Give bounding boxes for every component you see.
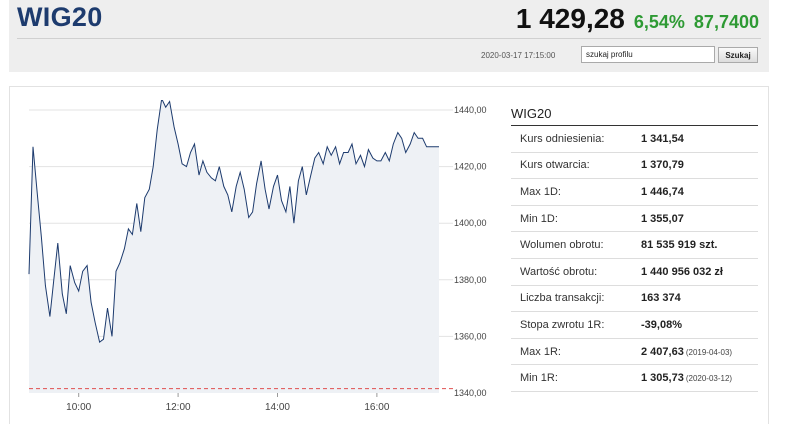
stats-value: 1 370,79 bbox=[641, 159, 684, 171]
stats-value: 2 407,63 (2019-04-03) bbox=[641, 346, 732, 358]
search-profile-input[interactable] bbox=[581, 46, 715, 63]
stats-value-text: 1 305,73 bbox=[641, 372, 684, 385]
stats-label: Max 1R: bbox=[520, 345, 561, 358]
stats-row: Liczba transakcji: 163 374 bbox=[511, 286, 758, 313]
stats-label: Kurs otwarcia: bbox=[520, 159, 590, 172]
stats-label: Wartość obrotu: bbox=[520, 265, 598, 278]
stats-value-text: 1 341,54 bbox=[641, 132, 684, 145]
stats-row: Max 1R: 2 407,63 (2019-04-03) bbox=[511, 339, 758, 366]
stats-table: WIG20 Kurs odniesienia: 1 341,54 Kurs otwa… bbox=[511, 104, 758, 392]
stats-value: 1 440 956 032 zł bbox=[641, 266, 723, 278]
x-tick-label: 12:00 bbox=[166, 402, 191, 413]
y-axis-ticks: 1340,00 1360,00 1380,00 1400,00 1420,00 1440,… bbox=[454, 105, 487, 398]
stats-value: -39,08% bbox=[641, 319, 682, 331]
change-percent: 6,54% bbox=[633, 12, 685, 32]
stats-value-text: 2 407,63 bbox=[641, 345, 684, 358]
stats-row: Wolumen obrotu: 81 535 919 szt. bbox=[511, 232, 758, 259]
stats-rows: Kurs odniesienia: 1 341,54 Kurs otwarcia: 1… bbox=[511, 126, 758, 392]
stats-label: Wolumen obrotu: bbox=[520, 239, 604, 252]
stats-value: 1 341,54 bbox=[641, 133, 684, 145]
intraday-chart: 1340,00 1360,00 1380,00 1400,00 1420,00 1440,… bbox=[28, 100, 487, 413]
stats-row: Min 1R: 1 305,73 (2020-03-12) bbox=[511, 365, 758, 392]
stats-value: 1 446,74 bbox=[641, 186, 684, 198]
search-button[interactable]: Szukaj bbox=[718, 47, 758, 63]
y-tick-label: 1380,00 bbox=[454, 275, 487, 285]
stats-label: Max 1D: bbox=[520, 185, 561, 198]
stats-label: Min 1R: bbox=[520, 372, 558, 385]
stats-value-text: -39,08% bbox=[641, 318, 682, 331]
x-tick-label: 10:00 bbox=[66, 402, 91, 413]
stats-value-text: 1 370,79 bbox=[641, 159, 684, 172]
stats-row: Max 1D: 1 446,74 bbox=[511, 179, 758, 206]
stats-row: Kurs odniesienia: 1 341,54 bbox=[511, 126, 758, 153]
stats-label: Stopa zwrotu 1R: bbox=[520, 318, 605, 331]
quote-timestamp: 2020-03-17 17:15:00 bbox=[481, 51, 556, 60]
y-tick-label: 1420,00 bbox=[454, 162, 487, 172]
stats-row: Min 1D: 1 355,07 bbox=[511, 206, 758, 233]
last-price: 1 429,28 bbox=[515, 3, 625, 34]
stats-label: Min 1D: bbox=[520, 212, 558, 225]
stats-value: 1 305,73 (2020-03-12) bbox=[641, 372, 732, 384]
stats-row: Stopa zwrotu 1R: -39,08% bbox=[511, 312, 758, 339]
stats-value: 163 374 bbox=[641, 292, 681, 304]
stats-label: Liczba transakcji: bbox=[520, 292, 605, 305]
y-tick-label: 1400,00 bbox=[454, 218, 487, 228]
stats-title: WIG20 bbox=[511, 104, 758, 126]
stats-value-text: 1 446,74 bbox=[641, 185, 684, 198]
header-divider bbox=[17, 38, 761, 39]
x-axis-ticks: 10:00 12:00 14:00 16:00 bbox=[66, 393, 390, 413]
stats-value-text: 163 374 bbox=[641, 292, 681, 305]
y-tick-label: 1360,00 bbox=[454, 331, 487, 341]
stats-value-text: 81 535 919 szt. bbox=[641, 239, 718, 252]
change-absolute: 87,7400 bbox=[693, 12, 759, 32]
stats-label: Kurs odniesienia: bbox=[520, 132, 605, 145]
x-tick-label: 16:00 bbox=[364, 402, 389, 413]
stats-value: 81 535 919 szt. bbox=[641, 239, 717, 251]
instrument-title: WIG20 bbox=[17, 2, 103, 32]
stats-value: 1 355,07 bbox=[641, 213, 684, 225]
stats-row: Wartość obrotu: 1 440 956 032 zł bbox=[511, 259, 758, 286]
x-tick-label: 14:00 bbox=[265, 402, 290, 413]
price-block: 1 429,28 6,54% 87,7400 bbox=[516, 3, 759, 35]
y-tick-label: 1340,00 bbox=[454, 388, 487, 398]
stats-value-text: 1 440 956 032 zł bbox=[641, 265, 723, 278]
stats-row: Kurs otwarcia: 1 370,79 bbox=[511, 153, 758, 180]
stats-value-date: (2019-04-03) bbox=[685, 347, 733, 357]
price-area bbox=[29, 100, 439, 393]
y-tick-label: 1440,00 bbox=[454, 105, 487, 115]
stats-value-date: (2020-03-12) bbox=[685, 374, 733, 384]
stats-value-text: 1 355,07 bbox=[641, 212, 684, 225]
